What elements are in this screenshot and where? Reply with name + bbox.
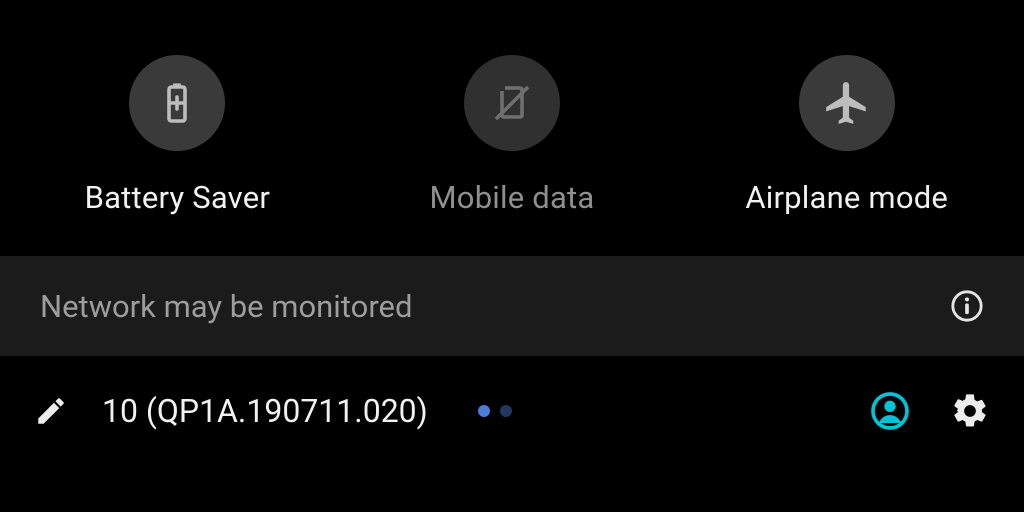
info-icon [950,289,984,323]
tile-airplane-mode[interactable]: Airplane mode [679,55,1014,216]
quick-settings-footer: 10 (QP1A.190711.020) [0,356,1024,466]
user-switcher-icon[interactable] [870,391,910,431]
quick-settings-panel: Battery Saver Mobile data Airplane mode … [0,0,1024,512]
network-monitored-banner[interactable]: Network may be monitored [0,256,1024,356]
page-indicator [478,405,512,417]
page-dot-active [478,405,490,417]
tile-mobile-data[interactable]: Mobile data [345,55,680,216]
tile-label: Mobile data [430,179,595,216]
tile-label: Battery Saver [85,179,270,216]
quick-settings-tiles: Battery Saver Mobile data Airplane mode [0,0,1024,256]
tile-battery-saver[interactable]: Battery Saver [10,55,345,216]
battery-saver-icon [129,55,225,151]
settings-icon[interactable] [950,391,990,431]
page-dot [500,405,512,417]
tile-label: Airplane mode [745,179,948,216]
build-number[interactable]: 10 (QP1A.190711.020) [102,392,428,430]
edit-icon[interactable] [34,394,68,428]
airplane-icon [799,55,895,151]
mobile-data-icon [464,55,560,151]
network-monitored-text: Network may be monitored [40,288,412,325]
